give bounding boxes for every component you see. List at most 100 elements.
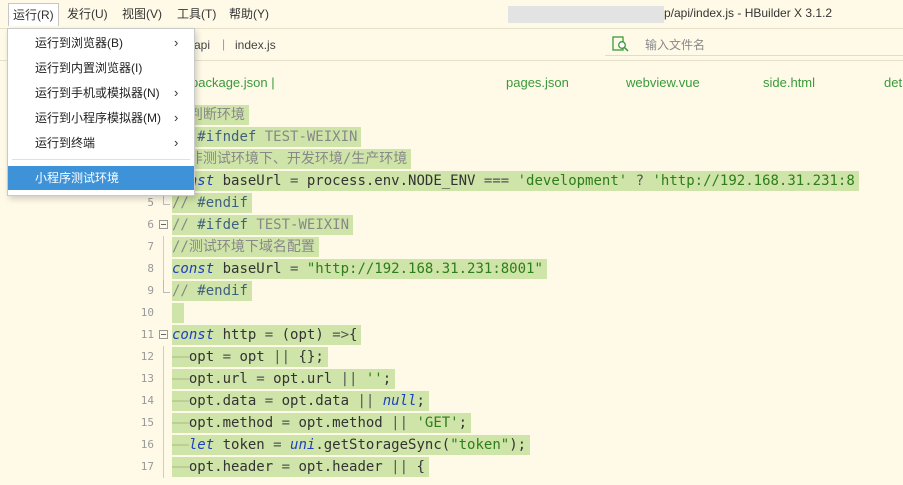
code-line[interactable]: 16 ——let token = uni.getStorageSync("toke… xyxy=(0,434,903,456)
code-line[interactable]: 14 ——opt.data = opt.data || null; xyxy=(0,390,903,412)
file-search-input[interactable] xyxy=(643,35,897,55)
code-line[interactable]: 6 // #ifdef TEST-WEIXIN xyxy=(0,214,903,236)
code-text[interactable]: ——opt = opt || {}; xyxy=(172,347,328,367)
fold-toggle-icon[interactable] xyxy=(159,330,168,339)
code-line[interactable]: 7 //测试环境下域名配置 xyxy=(0,236,903,258)
menu-item-label: 运行到小程序模拟器(M) xyxy=(35,111,161,125)
code-line[interactable]: 17 ——opt.header = opt.header || { xyxy=(0,456,903,478)
code-text[interactable]: ——opt.method = opt.method || 'GET'; xyxy=(172,413,472,433)
code-token: (opt) xyxy=(273,327,333,343)
code-line[interactable]: 13 ——opt.url = opt.url || ''; xyxy=(0,368,903,390)
menu-item-run-browser[interactable]: 运行到浏览器(B) › xyxy=(8,31,194,55)
code-token: = xyxy=(273,437,282,453)
code-token: { xyxy=(349,327,358,343)
filetab-webview-vue[interactable]: webview.vue xyxy=(626,75,700,90)
code-line[interactable]: 10 xyxy=(0,302,903,324)
code-token: || xyxy=(357,393,375,409)
menu-item-run-terminal[interactable]: 运行到终端 › xyxy=(8,131,194,155)
code-token: 'GET' xyxy=(408,415,459,431)
code-token: TEST-WEIXIN xyxy=(256,217,350,233)
code-text[interactable]: ——opt.url = opt.url || ''; xyxy=(172,369,396,389)
menu-item-run-miniprogram[interactable]: 运行到小程序模拟器(M) › xyxy=(8,106,194,130)
code-token: opt.method xyxy=(290,415,392,431)
menu-tools[interactable]: 工具(T) xyxy=(177,6,216,22)
code-token: "http://192.168.31.231:8001" xyxy=(298,261,543,277)
code-token: || xyxy=(273,349,291,365)
chevron-right-icon: › xyxy=(174,110,179,125)
code-text[interactable]: // #ifdef TEST-WEIXIN xyxy=(172,215,354,235)
fold-guide xyxy=(163,434,164,456)
menu-item-label: 小程序测试环境 xyxy=(35,171,120,185)
code-text[interactable]: ——opt.data = opt.data || null; xyxy=(172,391,429,411)
code-token: ; xyxy=(416,393,425,409)
run-menu-dropdown: 运行到浏览器(B) › 运行到内置浏览器(I) 运行到手机或模拟器(N) › 运… xyxy=(7,28,195,196)
code-token: #ifdef xyxy=(197,217,257,233)
code-text[interactable]: ——opt.header = opt.header || { xyxy=(172,457,429,477)
code-token: let xyxy=(188,437,215,453)
code-token: opt.data xyxy=(273,393,358,409)
code-token: const xyxy=(172,327,215,343)
code-token: —— xyxy=(172,415,189,431)
code-token: http xyxy=(214,327,265,343)
menu-help[interactable]: 帮助(Y) xyxy=(229,6,269,22)
code-token: = xyxy=(281,459,291,475)
filetab-det[interactable]: det xyxy=(884,75,902,90)
code-text[interactable]: //测试环境下域名配置 xyxy=(172,237,319,257)
code-token: #ifndef xyxy=(197,129,265,145)
breadcrumb-api[interactable]: api xyxy=(194,38,210,52)
code-line[interactable]: 9 // #endif xyxy=(0,280,903,302)
code-token: { xyxy=(408,459,425,475)
code-token: => xyxy=(332,327,350,343)
fold-guide xyxy=(163,412,164,434)
code-text[interactable] xyxy=(172,303,185,323)
filetab-pages-json[interactable]: pages.json xyxy=(506,75,569,90)
code-token: #endif xyxy=(197,283,248,299)
filetab-package-json[interactable]: package.json | xyxy=(191,75,275,90)
code-text[interactable]: const http = (opt) =>{ xyxy=(172,325,362,345)
code-token: baseUrl xyxy=(214,261,291,277)
menu-view[interactable]: 视图(V) xyxy=(122,6,162,22)
code-text[interactable]: //非测试环境下、开发环境/生产环境 xyxy=(172,149,412,169)
fold-guide xyxy=(163,368,164,390)
filetab-side-html[interactable]: side.html xyxy=(763,75,815,90)
file-search-icon[interactable] xyxy=(612,36,630,52)
menu-publish[interactable]: 发行(U) xyxy=(67,6,108,22)
code-token: opt xyxy=(188,349,223,365)
code-token: // xyxy=(172,283,198,299)
code-text[interactable]: // #endif xyxy=(172,281,252,301)
menu-item-run-builtin-browser[interactable]: 运行到内置浏览器(I) xyxy=(8,56,194,80)
menu-divider xyxy=(12,159,190,160)
code-token: opt.url xyxy=(188,371,257,387)
code-text[interactable]: ——let token = uni.getStorageSync("token"… xyxy=(172,435,531,455)
code-token: = xyxy=(281,415,291,431)
code-text[interactable]: const baseUrl = process.env.NODE_ENV ===… xyxy=(172,171,859,191)
code-text[interactable]: // #ifndef TEST-WEIXIN xyxy=(172,127,362,147)
code-text[interactable]: const baseUrl = "http://192.168.31.231:8… xyxy=(172,259,547,279)
fold-toggle-icon[interactable] xyxy=(159,220,168,229)
code-line[interactable]: 12 ——opt = opt || {}; xyxy=(0,346,903,368)
code-token: opt.header xyxy=(188,459,282,475)
breadcrumb-file[interactable]: index.js xyxy=(235,38,276,52)
code-token: //测试环境下域名配置 xyxy=(172,239,315,255)
code-token: —— xyxy=(172,393,189,409)
code-line[interactable]: 11 const http = (opt) =>{ xyxy=(0,324,903,346)
code-token: "token" xyxy=(450,437,510,453)
menu-item-miniprogram-test-env[interactable]: 小程序测试环境 xyxy=(8,166,194,190)
chevron-right-icon: › xyxy=(174,85,179,100)
line-number: 5 xyxy=(147,196,154,209)
code-token: null xyxy=(374,393,417,409)
code-token: baseUrl xyxy=(214,173,291,189)
line-number: 9 xyxy=(147,284,154,297)
fold-guide xyxy=(163,258,164,280)
code-token: ? xyxy=(627,173,653,189)
chevron-right-icon: › xyxy=(174,135,179,150)
menu-item-run-device[interactable]: 运行到手机或模拟器(N) › xyxy=(8,81,194,105)
code-line[interactable]: 15 ——opt.method = opt.method || 'GET'; xyxy=(0,412,903,434)
code-token: ; xyxy=(458,415,468,431)
menu-run[interactable]: 运行(R) xyxy=(8,3,59,26)
code-token: —— xyxy=(172,349,189,365)
chevron-right-icon: › xyxy=(174,35,179,50)
code-text[interactable]: // #endif xyxy=(172,193,252,213)
code-line[interactable]: 8 const baseUrl = "http://192.168.31.231:… xyxy=(0,258,903,280)
